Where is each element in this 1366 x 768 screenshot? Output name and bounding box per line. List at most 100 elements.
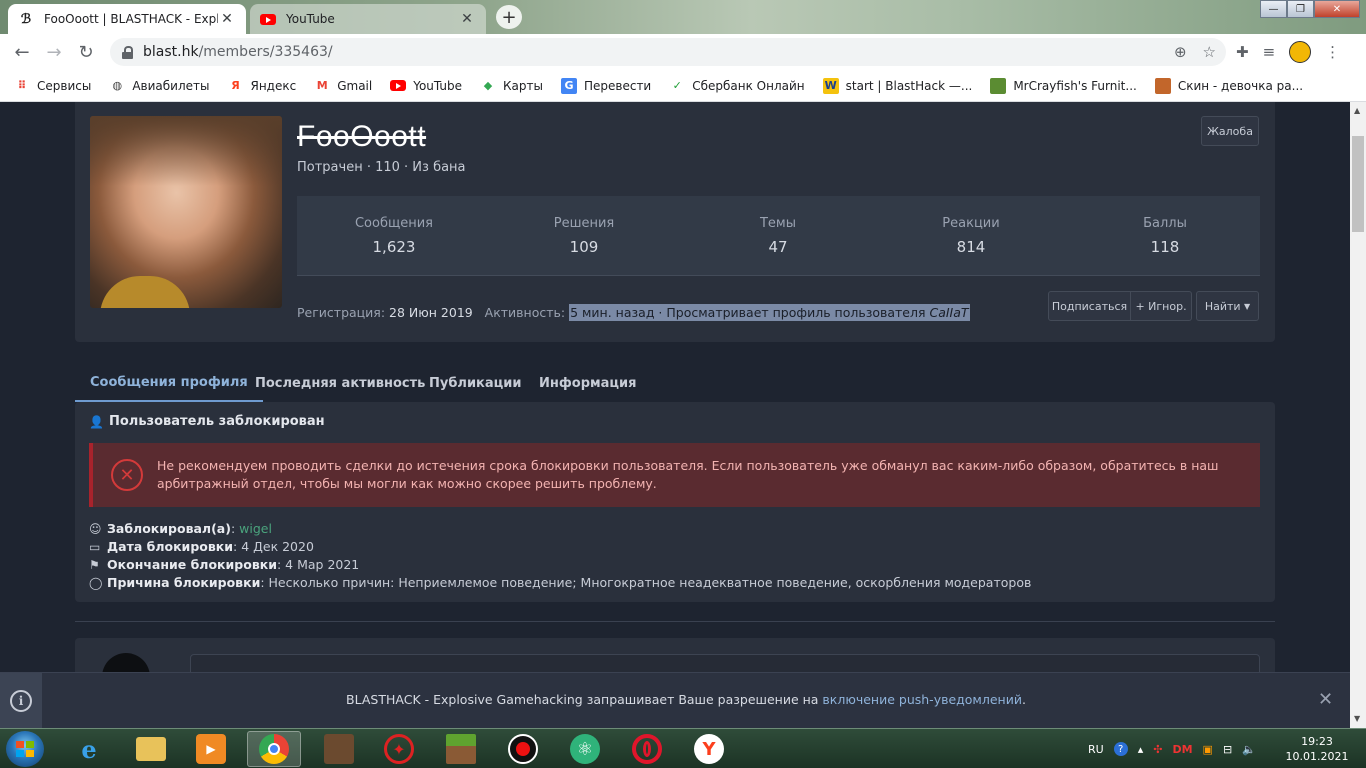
radiant-icon: ✦: [384, 734, 414, 764]
star-icon[interactable]: ☆: [1203, 43, 1216, 61]
browser-toolbar: ← → ↻ blast.hk/members/335463/ ⊕ ☆ ✚ ≡ ⋮: [0, 34, 1366, 70]
avatar[interactable]: [102, 653, 150, 672]
opera-icon: [632, 734, 662, 764]
moderator-link[interactable]: wigel: [239, 520, 272, 538]
stat-reactions[interactable]: Реакции 814: [874, 216, 1068, 256]
bookmark-label: Перевести: [583, 78, 652, 93]
start-button[interactable]: [6, 731, 44, 767]
clock-time: 19:23: [1301, 735, 1333, 748]
bookmark-sberbank[interactable]: ✓ Сбербанк Онлайн: [669, 78, 805, 94]
tab-blasthack[interactable]: ℬ FooOoott | BLASTHACK - Explosi ✕: [8, 4, 246, 34]
tab-title: YouTube: [286, 12, 335, 26]
scroll-down-icon[interactable]: ▼: [1354, 714, 1360, 723]
lock-icon[interactable]: [122, 45, 133, 59]
ignore-button[interactable]: + Игнор.: [1131, 291, 1192, 321]
chevron-icon[interactable]: ▴: [1138, 743, 1144, 756]
stat-value: 47: [768, 238, 788, 256]
tab-profile-posts[interactable]: Сообщения профиля: [75, 364, 263, 402]
close-icon[interactable]: ✕: [458, 11, 476, 27]
clock-date: 10.01.2021: [1285, 750, 1349, 763]
stat-messages[interactable]: Сообщения 1,623: [297, 216, 491, 256]
bookmark-aviatickets[interactable]: ◍ Авиабилеты: [109, 78, 210, 94]
address-bar[interactable]: blast.hk/members/335463/ ⊕ ☆: [110, 38, 1226, 66]
forward-icon[interactable]: →: [42, 40, 66, 64]
dm-tray-icon[interactable]: DM: [1172, 743, 1192, 756]
bookmark-gmail[interactable]: M Gmail: [314, 78, 373, 94]
back-icon[interactable]: ←: [10, 40, 34, 64]
bookmark-blasthack[interactable]: Wstart | BlastHack —...: [822, 77, 972, 94]
tab-postings[interactable]: Публикации: [429, 364, 522, 402]
ban-card: 👤 Пользователь заблокирован ✕ Не рекомен…: [75, 402, 1275, 602]
taskbar-minecraft[interactable]: [434, 731, 488, 767]
ban-title-text: Пользователь заблокирован: [109, 414, 325, 429]
push-text: BLASTHACK - Explosive Gamehacking запраш…: [346, 692, 823, 707]
bookmark-yandex[interactable]: Я Яндекс: [227, 78, 296, 94]
taskbar-gta[interactable]: [312, 731, 366, 767]
tray-app-icon[interactable]: ▣: [1203, 743, 1213, 756]
reload-icon[interactable]: ↻: [74, 40, 98, 64]
bookmark-youtube[interactable]: YouTube: [390, 78, 462, 94]
report-button[interactable]: Жалоба: [1201, 116, 1259, 146]
bookmark-mrcrayfish[interactable]: MrCrayfish's Furnit...: [990, 77, 1137, 94]
network-icon[interactable]: ⊟: [1223, 743, 1232, 756]
add-icon[interactable]: ⊕: [1174, 43, 1187, 61]
taskbar-explorer[interactable]: [124, 731, 178, 767]
close-window-button[interactable]: ✕: [1314, 0, 1360, 18]
bookmark-label: YouTube: [413, 78, 463, 93]
new-tab-button[interactable]: +: [496, 5, 522, 29]
maximize-button[interactable]: ❐: [1287, 0, 1314, 18]
skin-icon: [1154, 77, 1171, 94]
taskbar-yandex[interactable]: Y: [682, 731, 736, 767]
find-button[interactable]: Найти ▼: [1196, 291, 1259, 321]
taskbar-radiant[interactable]: ✦: [372, 731, 426, 767]
taskbar-ie[interactable]: e: [62, 731, 116, 767]
tab-strip: ℬ FooOoott | BLASTHACK - Explosi ✕ YouTu…: [0, 0, 1366, 34]
close-icon[interactable]: ✕: [1318, 689, 1333, 710]
bookmark-translate[interactable]: G Перевести: [560, 77, 652, 94]
minecraft-icon: [990, 77, 1007, 94]
stat-solutions[interactable]: Решения 109: [487, 216, 681, 256]
stat-value: 814: [956, 238, 986, 256]
activity-user-link[interactable]: CaIIaT: [929, 305, 968, 320]
bookmark-label: Сервисы: [37, 78, 92, 93]
menu-icon[interactable]: ⋮: [1325, 43, 1340, 61]
tab-latest-activity[interactable]: Последняя активность: [255, 364, 425, 402]
taskbar-obs[interactable]: [496, 731, 550, 767]
extensions-puzzle-icon[interactable]: ✚: [1236, 43, 1249, 61]
media-queue-icon[interactable]: ≡: [1263, 43, 1276, 61]
minimize-button[interactable]: —: [1260, 0, 1287, 18]
ban-title: 👤 Пользователь заблокирован: [89, 414, 325, 429]
volume-icon[interactable]: 🔈: [1242, 743, 1256, 756]
help-icon[interactable]: ?: [1113, 742, 1128, 756]
ban-value: 4 Дек 2020: [241, 539, 314, 554]
profile-avatar[interactable]: [90, 116, 282, 308]
ban-info: ☺ Заблокировал(а): wigel ▭ Дата блокировки…: [89, 520, 1031, 592]
network-tray-icon[interactable]: ✣: [1153, 743, 1162, 756]
gmail-icon: M: [316, 79, 328, 92]
yandex-icon: Y: [694, 734, 724, 764]
push-enable-link[interactable]: включение push-уведомлений: [822, 692, 1022, 707]
page-scrollbar[interactable]: ▲ ▼: [1350, 102, 1366, 728]
profile-avatar-icon[interactable]: [1289, 41, 1312, 63]
taskbar-opera[interactable]: [620, 731, 674, 767]
profile-post-input[interactable]: [190, 654, 1260, 672]
scrollbar-thumb[interactable]: [1352, 136, 1364, 232]
taskbar-chrome[interactable]: [247, 731, 301, 767]
push-end: .: [1021, 692, 1026, 707]
bookmark-services[interactable]: ⠿ Сервисы: [14, 78, 92, 94]
taskbar-atom[interactable]: ⚛: [558, 731, 612, 767]
language-indicator[interactable]: RU: [1088, 743, 1104, 756]
tab-youtube[interactable]: YouTube ✕: [250, 4, 486, 34]
clock[interactable]: 19:23 10.01.2021: [1282, 734, 1352, 764]
scroll-up-icon[interactable]: ▲: [1354, 106, 1360, 115]
stat-topics[interactable]: Темы 47: [681, 216, 875, 256]
windows-logo-icon: [16, 741, 34, 757]
taskbar-media-player[interactable]: ▶: [184, 731, 238, 767]
tab-about[interactable]: Информация: [539, 364, 637, 402]
follow-button[interactable]: Подписаться: [1048, 291, 1131, 321]
calendar-icon: ▭: [89, 540, 101, 554]
stat-points[interactable]: Баллы 118: [1068, 216, 1262, 256]
bookmark-maps[interactable]: ◆ Карты: [480, 78, 543, 94]
bookmark-skin[interactable]: Скин - девочка ра...: [1154, 77, 1303, 94]
close-icon[interactable]: ✕: [218, 11, 236, 27]
